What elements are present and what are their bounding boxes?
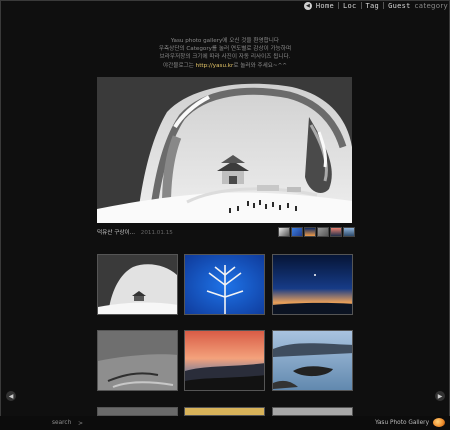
brand-logo-icon	[433, 418, 445, 427]
featured-photo[interactable]	[97, 77, 352, 223]
nav-home[interactable]: Home	[316, 2, 334, 10]
welcome-line-prefix: 야간블로그는	[163, 62, 196, 69]
blog-link[interactable]: http://yasu.kr	[196, 63, 234, 69]
photo-thumbnail[interactable]	[272, 330, 353, 391]
mini-thumb[interactable]	[291, 227, 303, 237]
photo-thumbnail[interactable]	[97, 254, 178, 315]
mini-thumb[interactable]	[278, 227, 290, 237]
nav-tag[interactable]: Tag	[366, 2, 380, 10]
photo-thumbnail[interactable]	[184, 407, 265, 416]
photo-thumbnail[interactable]	[272, 254, 353, 315]
featured-caption: 덕유산 구상이... 2011.01.15	[97, 228, 173, 236]
thumbnail-image	[185, 255, 264, 314]
thumbnail-image	[273, 255, 352, 314]
photo-thumbnail[interactable]	[184, 254, 265, 315]
featured-photo-image	[97, 77, 352, 223]
search-label[interactable]: search	[52, 420, 71, 426]
featured-title: 덕유산 구상이...	[97, 230, 135, 236]
thumbnail-image	[185, 331, 264, 390]
photo-thumbnail[interactable]	[184, 330, 265, 391]
welcome-text: Yasu photo gallery에 오신 것을 환영합니다 우측상단의 Ca…	[60, 37, 390, 70]
welcome-line: 야간블로그는 http://yasu.kr로 놀러와 주세요~^^	[60, 62, 390, 70]
welcome-line: Yasu photo gallery에 오신 것을 환영합니다	[170, 38, 280, 44]
welcome-line-suffix: 로 놀러와 주세요~^^	[233, 62, 287, 69]
mini-thumb[interactable]	[317, 227, 329, 237]
thumbnail-image	[273, 331, 352, 390]
thumbnail-image	[98, 255, 177, 314]
mini-thumb[interactable]	[330, 227, 342, 237]
photo-thumbnail[interactable]	[97, 330, 178, 391]
photo-thumbnail[interactable]	[272, 407, 353, 416]
photo-thumbnail[interactable]	[97, 407, 178, 416]
nav-category[interactable]: category	[415, 2, 448, 10]
prev-arrow-icon[interactable]: ◀	[6, 391, 16, 401]
footer-brand: Yasu Photo Gallery	[375, 418, 445, 427]
nav-loc[interactable]: Loc	[343, 2, 357, 10]
menu-circle-icon[interactable]: ◀	[303, 1, 312, 10]
nav-guest[interactable]: Guest	[388, 2, 411, 10]
footer-brand-text: Yasu Photo Gallery	[375, 419, 429, 426]
featured-date: 2011.01.15	[140, 230, 173, 236]
search-arrow-icon[interactable]: >	[78, 420, 83, 427]
nav-divider	[337, 2, 339, 9]
nav-divider	[383, 2, 385, 9]
thumbnail-image	[98, 331, 177, 390]
mini-thumb[interactable]	[343, 227, 355, 237]
mini-thumbnails	[278, 227, 355, 237]
welcome-line: 우측상단의 Category를 눌러 연도별로 감상이 가능하며	[158, 46, 292, 53]
welcome-line: 브라우저창의 크기에 따라 사진이 자동 리사이즈 됩니다.	[159, 54, 291, 61]
next-arrow-icon[interactable]: ▶	[435, 391, 445, 401]
top-nav: ◀ Home Loc Tag Guest category	[303, 0, 450, 11]
mini-thumb[interactable]	[304, 227, 316, 237]
nav-divider	[360, 2, 362, 9]
